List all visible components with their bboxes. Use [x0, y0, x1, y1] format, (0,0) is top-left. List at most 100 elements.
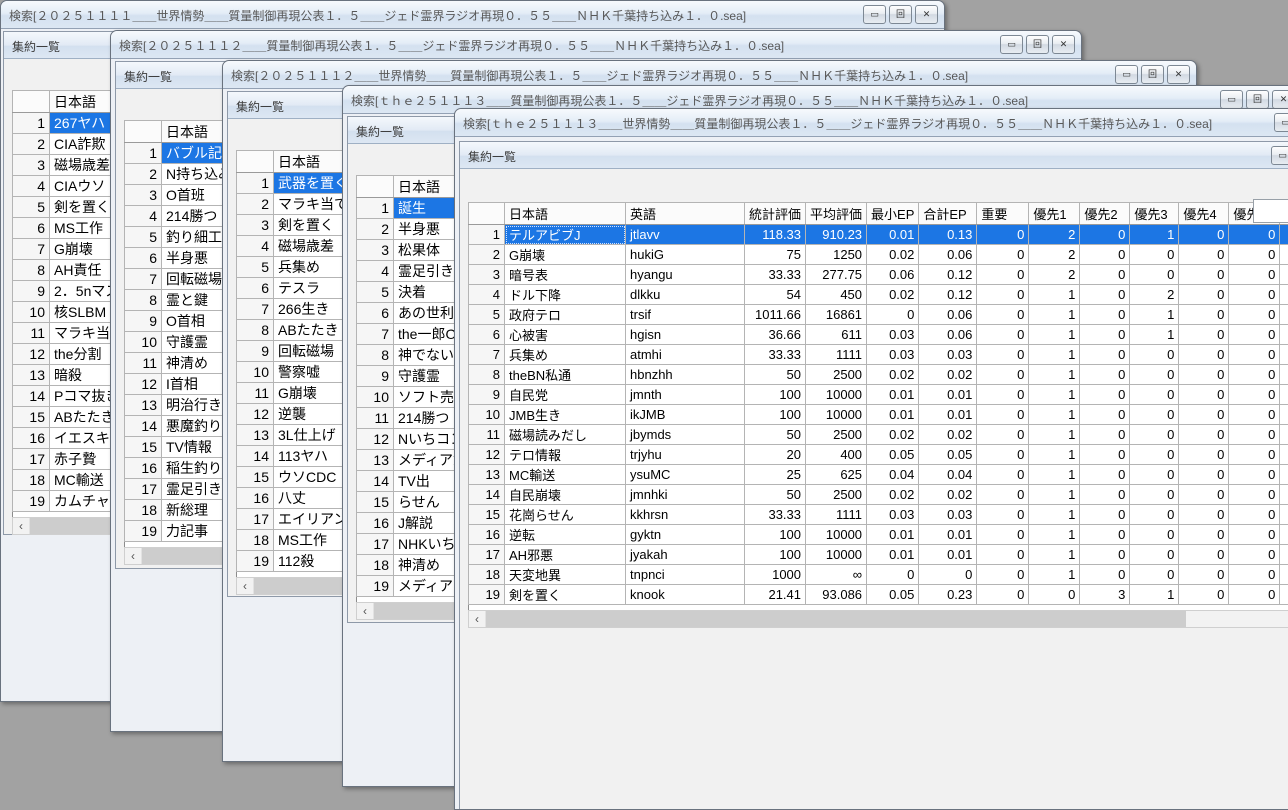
table-cell[interactable]: 3	[237, 215, 274, 236]
maximize-icon[interactable]: 回	[1026, 35, 1049, 54]
table-cell[interactable]: 0.02	[867, 365, 919, 385]
table-cell[interactable]: 7	[237, 299, 274, 320]
table-cell[interactable]: 6	[125, 248, 162, 269]
table-cell[interactable]: 0	[1080, 305, 1130, 325]
table-cell[interactable]: 0	[1229, 325, 1280, 345]
table-cell[interactable]: 0	[1229, 445, 1280, 465]
table-cell[interactable]: 0	[1229, 465, 1280, 485]
table-cell[interactable]: 0	[1229, 345, 1280, 365]
table-cell[interactable]: 1	[1029, 445, 1080, 465]
table-cell[interactable]: 0	[977, 245, 1029, 265]
table-cell[interactable]: 0	[1130, 505, 1179, 525]
close-icon[interactable]: ✕	[1272, 90, 1288, 109]
table-cell[interactable]: 2500	[806, 425, 867, 445]
table-cell[interactable]: 1	[1029, 385, 1080, 405]
table-cell[interactable]: 0	[977, 545, 1029, 565]
table-cell[interactable]: jtlavv	[626, 225, 745, 245]
table-row[interactable]: 5政府テロtrsif1011.661686100.06010100	[469, 305, 1288, 325]
table-cell[interactable]: 2500	[806, 365, 867, 385]
table-cell[interactable]: 1250	[806, 245, 867, 265]
table-cell[interactable]: 0.12	[919, 265, 977, 285]
table-cell[interactable]: 12	[125, 374, 162, 395]
table-cell[interactable]: 17	[469, 545, 505, 565]
table-cell[interactable]: 0.03	[867, 325, 919, 345]
table-row[interactable]: 9自民党jmnth100100000.010.01010000	[469, 385, 1288, 405]
table-row[interactable]: 10JMB生きikJMB100100000.010.01010000	[469, 405, 1288, 425]
table-cell[interactable]: 磁場読みだし	[505, 425, 626, 445]
table-cell[interactable]: 18	[357, 555, 394, 576]
table-cell[interactable]: 100	[745, 385, 806, 405]
table-cell[interactable]	[1280, 405, 1288, 425]
table-cell[interactable]: 0	[977, 305, 1029, 325]
table-cell[interactable]: 0	[1130, 365, 1179, 385]
table-cell[interactable]: 0.01	[919, 405, 977, 425]
table-cell[interactable]: trsif	[626, 305, 745, 325]
table-cell[interactable]: 0	[1179, 485, 1229, 505]
table-cell[interactable]: 0.05	[867, 585, 919, 605]
table-cell[interactable]: 19	[469, 585, 505, 605]
table-cell[interactable]: 0	[977, 285, 1029, 305]
table-cell[interactable]: 14	[13, 386, 50, 407]
table-cell[interactable]	[1280, 525, 1288, 545]
table-cell[interactable]: 0.04	[919, 465, 977, 485]
table-cell[interactable]: 0	[1080, 565, 1130, 585]
table-cell[interactable]: 54	[745, 285, 806, 305]
table-row[interactable]: 16逆転gyktn100100000.010.01010000	[469, 525, 1288, 545]
table-cell[interactable]: 0	[1229, 305, 1280, 325]
maximize-icon[interactable]: 回	[1246, 90, 1269, 109]
table-cell[interactable]: 2	[237, 194, 274, 215]
table-cell[interactable]: 50	[745, 365, 806, 385]
table-cell[interactable]: 剣を置く	[505, 585, 626, 605]
table-cell[interactable]: 0.05	[919, 445, 977, 465]
scroll-left-arrow-icon[interactable]: ‹	[237, 578, 254, 594]
table-cell[interactable]: 0	[1229, 525, 1280, 545]
search-window-5[interactable]: 検索[ｔｈｅ２５１１１３＿＿世界情勢＿＿質量制御再現公表１．５＿＿ジェド霊界ラジ…	[454, 108, 1288, 810]
table-cell[interactable]: 0	[1029, 585, 1080, 605]
table-cell[interactable]: 0	[1229, 425, 1280, 445]
table-cell[interactable]: 8	[125, 290, 162, 311]
column-header[interactable]: 合計EP	[919, 203, 977, 225]
table-cell[interactable]: 1	[357, 198, 394, 219]
table-cell[interactable]: 8	[237, 320, 274, 341]
table-cell[interactable]: 13	[13, 365, 50, 386]
table-cell[interactable]: 3	[1080, 585, 1130, 605]
table-cell[interactable]: JMB生き	[505, 405, 626, 425]
table-cell[interactable]: 4	[469, 285, 505, 305]
table-cell[interactable]: 10	[237, 362, 274, 383]
table-cell[interactable]	[1280, 325, 1288, 345]
table-cell[interactable]: 2	[1029, 245, 1080, 265]
table-cell[interactable]: 0	[1130, 565, 1179, 585]
column-header[interactable]: 平均評価	[806, 203, 867, 225]
table-cell[interactable]	[1280, 585, 1288, 605]
table-cell[interactable]: 14	[125, 416, 162, 437]
table-cell[interactable]: 1	[1029, 425, 1080, 445]
table-cell[interactable]: 625	[806, 465, 867, 485]
table-cell[interactable]: 277.75	[806, 265, 867, 285]
table-cell[interactable]	[1280, 505, 1288, 525]
table-cell[interactable]: 12	[13, 344, 50, 365]
table-cell[interactable]: 1	[1029, 465, 1080, 485]
table-cell[interactable]: hukiG	[626, 245, 745, 265]
table-cell[interactable]: 0	[1080, 385, 1130, 405]
table-cell[interactable]: 18	[13, 470, 50, 491]
table-cell[interactable]: 10000	[806, 545, 867, 565]
table-cell[interactable]: 13	[125, 395, 162, 416]
scroll-left-arrow-icon[interactable]: ‹	[13, 518, 30, 534]
table-cell[interactable]: 0	[1229, 265, 1280, 285]
table-cell[interactable]: 0.03	[919, 505, 977, 525]
table-cell[interactable]	[1280, 485, 1288, 505]
table-cell[interactable]: 10000	[806, 525, 867, 545]
table-cell[interactable]: 0.04	[867, 465, 919, 485]
table-cell[interactable]: ∞	[806, 565, 867, 585]
table-cell[interactable]: 25	[745, 465, 806, 485]
table-cell[interactable]: 0	[1130, 385, 1179, 405]
table-cell[interactable]: jyakah	[626, 545, 745, 565]
table-cell[interactable]: 0	[1080, 425, 1130, 445]
table-cell[interactable]: 0	[1130, 485, 1179, 505]
table-cell[interactable]: 1111	[806, 345, 867, 365]
table-cell[interactable]: 1	[1029, 365, 1080, 385]
table-cell[interactable]: 8	[469, 365, 505, 385]
table-cell[interactable]: 0	[1130, 345, 1179, 365]
table-cell[interactable]: tnpnci	[626, 565, 745, 585]
table-cell[interactable]: 1	[125, 143, 162, 164]
